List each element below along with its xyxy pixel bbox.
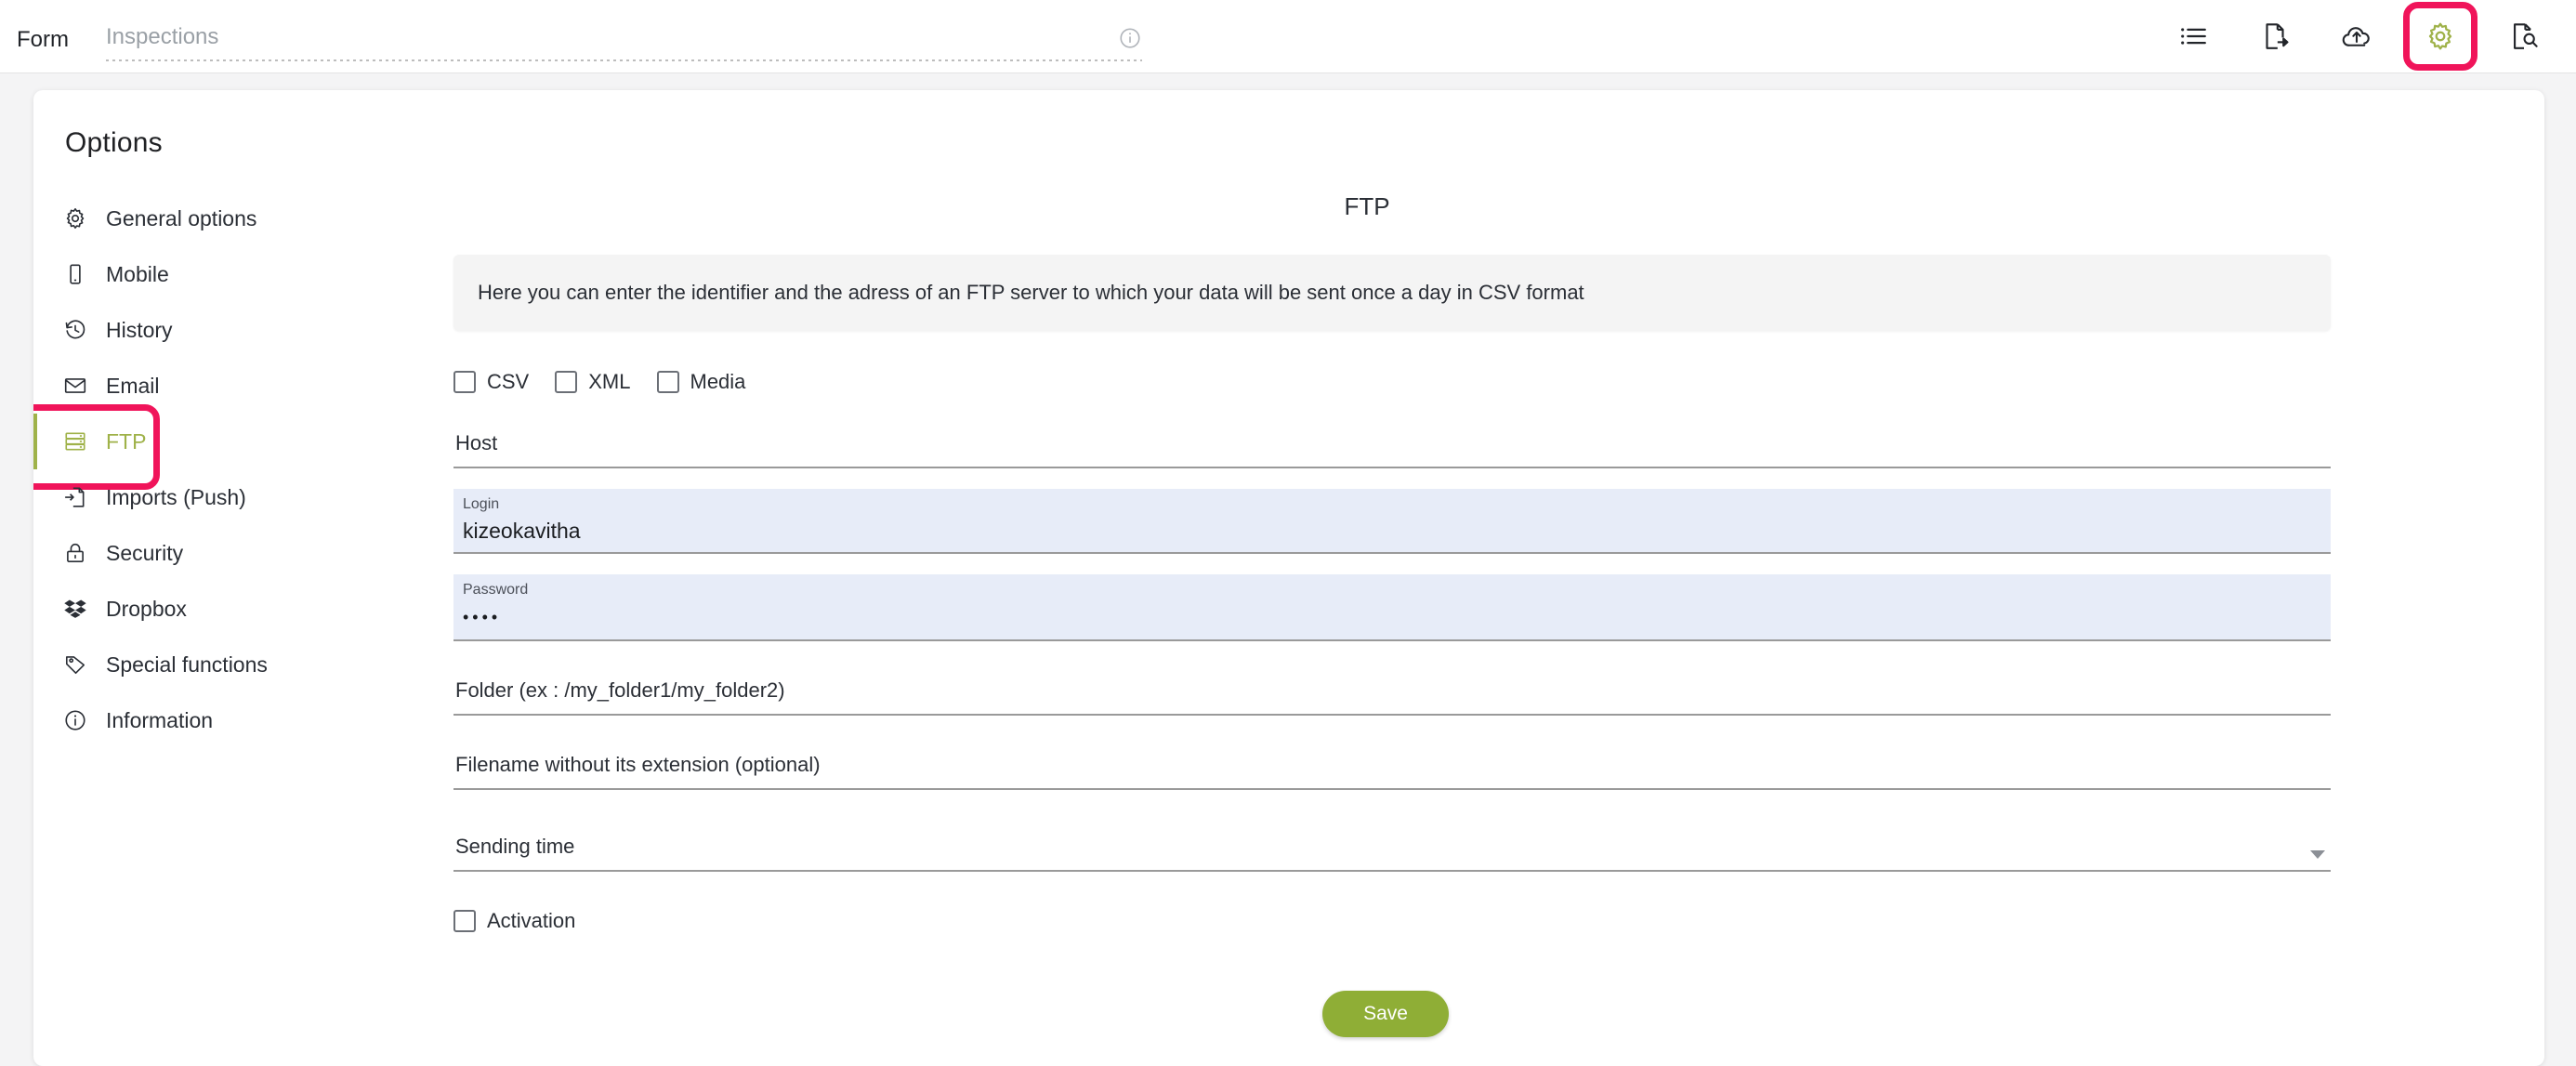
sidebar-item-information[interactable]: Information	[33, 692, 440, 748]
tag-icon	[61, 651, 89, 678]
toolbar-actions	[2152, 2, 2576, 71]
options-sidebar: General options Mobile History Email FTP…	[33, 181, 440, 1037]
page-title: Options	[65, 127, 163, 158]
checkbox-media[interactable]: Media	[656, 370, 746, 394]
sidebar-item-general-options[interactable]: General options	[33, 191, 440, 246]
sidebar-item-label: General options	[106, 205, 257, 230]
sidebar-item-label: Special functions	[106, 651, 268, 677]
form-name-underline	[106, 59, 1142, 61]
checkbox-label: XML	[588, 370, 631, 393]
sidebar-item-security[interactable]: Security	[33, 525, 440, 581]
sidebar-item-label: Email	[106, 373, 160, 398]
dropbox-icon	[61, 595, 89, 623]
sidebar-item-mobile[interactable]: Mobile	[33, 246, 440, 302]
info-banner: Here you can enter the identifier and th…	[453, 255, 2331, 331]
save-button-container: Save	[440, 991, 2331, 1037]
checkbox-label: CSV	[487, 370, 530, 393]
checkbox-box	[453, 910, 476, 932]
history-icon	[61, 316, 89, 344]
format-checkbox-group: CSV XML Media	[453, 370, 2544, 394]
sidebar-item-label: Security	[106, 540, 184, 565]
login-field[interactable]: Login kizeokavitha	[453, 489, 2331, 554]
sending-time-select[interactable]: Sending time	[453, 829, 2331, 872]
host-field-label: Host	[455, 431, 498, 454]
save-button[interactable]: Save	[1322, 991, 1449, 1037]
host-field[interactable]: Host	[453, 426, 2331, 468]
sidebar-item-label: Imports (Push)	[106, 484, 246, 509]
checkbox-box	[453, 371, 476, 393]
sidebar-item-special-functions[interactable]: Special functions	[33, 637, 440, 692]
toolbar-left-group: Form	[0, 13, 1142, 61]
login-field-label: Login	[463, 496, 500, 512]
password-field[interactable]: Password ••••	[453, 574, 2331, 641]
ftp-settings-panel: FTP Here you can enter the identifier an…	[440, 181, 2544, 1037]
sidebar-item-history[interactable]: History	[33, 302, 440, 358]
chevron-down-icon	[2310, 850, 2325, 859]
sidebar-item-label: History	[106, 317, 173, 342]
dialog-body: General options Mobile History Email FTP…	[33, 159, 2544, 1037]
info-circle-icon	[61, 706, 89, 734]
mobile-icon	[61, 260, 89, 288]
info-circle-icon[interactable]	[1118, 26, 1142, 50]
list-icon[interactable]	[2152, 7, 2234, 65]
server-icon	[61, 428, 89, 455]
form-label: Form	[17, 27, 69, 52]
cloud-upload-icon[interactable]	[2316, 7, 2398, 65]
checkbox-csv[interactable]: CSV	[453, 370, 529, 394]
import-icon	[61, 483, 89, 511]
form-name-input[interactable]	[106, 24, 1142, 59]
checkbox-xml[interactable]: XML	[555, 370, 631, 394]
form-name-field-wrapper	[106, 13, 1142, 61]
sidebar-item-label: Dropbox	[106, 596, 187, 621]
sidebar-item-label: Information	[106, 707, 214, 732]
envelope-icon	[61, 372, 89, 400]
checkbox-box	[656, 371, 679, 393]
gear-icon[interactable]	[2403, 2, 2477, 71]
info-banner-text: Here you can enter the identifier and th…	[478, 281, 1584, 304]
checkbox-label: Media	[690, 370, 746, 393]
folder-field-label: Folder (ex : /my_folder1/my_folder2)	[455, 678, 785, 702]
filename-field-label: Filename without its extension (optional…	[455, 753, 821, 776]
section-heading: FTP	[1344, 192, 1390, 220]
sidebar-item-imports-push[interactable]: Imports (Push)	[33, 469, 440, 525]
sidebar-item-label: Mobile	[106, 261, 169, 286]
sidebar-item-ftp[interactable]: FTP	[33, 404, 440, 490]
sending-time-label: Sending time	[455, 835, 575, 858]
document-search-icon[interactable]	[2483, 7, 2565, 65]
password-field-label: Password	[463, 582, 529, 598]
checkbox-activation[interactable]: Activation	[453, 909, 2544, 933]
top-toolbar: Form	[0, 0, 2576, 73]
folder-field[interactable]: Folder (ex : /my_folder1/my_folder2)	[453, 673, 2331, 716]
sidebar-item-dropbox[interactable]: Dropbox	[33, 581, 440, 637]
filename-field[interactable]: Filename without its extension (optional…	[453, 747, 2331, 790]
checkbox-label: Activation	[487, 909, 576, 932]
sidebar-item-email[interactable]: Email	[33, 358, 440, 414]
file-export-icon[interactable]	[2234, 7, 2316, 65]
options-dialog: Options General options Mobile History E…	[33, 90, 2544, 1066]
gear-icon	[61, 204, 89, 232]
sidebar-item-label: FTP	[106, 428, 147, 454]
password-field-value: ••••	[463, 608, 502, 626]
lock-icon	[61, 539, 89, 567]
checkbox-box	[555, 371, 578, 393]
login-field-value: kizeokavitha	[463, 519, 581, 543]
